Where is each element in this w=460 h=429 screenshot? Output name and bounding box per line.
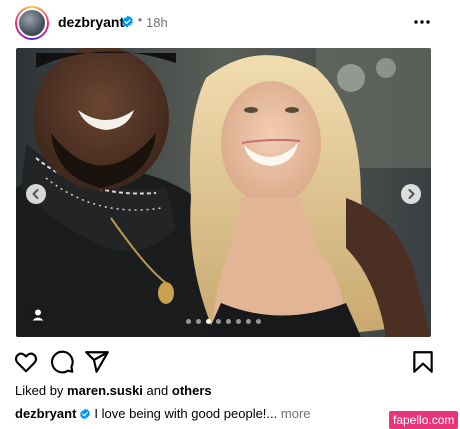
comment-icon[interactable]: [49, 349, 75, 375]
carousel-dot: [236, 319, 241, 324]
likes-summary: Liked by maren.suski and others: [15, 383, 212, 398]
verified-badge-icon: [122, 15, 133, 28]
likes-prefix: Liked by: [15, 383, 64, 398]
post-time: 18h: [146, 15, 168, 30]
person-tag-icon: [32, 309, 44, 321]
chevron-left-icon: [32, 189, 39, 199]
liked-by-others[interactable]: others: [172, 383, 212, 398]
caption-text: I love being with good people!...: [94, 406, 278, 421]
liked-by-user[interactable]: maren.suski: [67, 383, 143, 398]
heart-icon[interactable]: [13, 349, 39, 375]
carousel-dot: [226, 319, 231, 324]
watermark: fapello.com: [389, 411, 459, 429]
more-options-icon[interactable]: [412, 14, 432, 30]
carousel-dot: [206, 319, 211, 324]
separator-dot: •: [138, 13, 143, 27]
verified-badge-icon: [80, 408, 91, 420]
carousel-indicator: [186, 319, 261, 324]
share-icon[interactable]: [84, 349, 110, 375]
carousel-dot: [216, 319, 221, 324]
carousel-next-button[interactable]: [401, 184, 421, 204]
action-bar: [0, 345, 460, 377]
carousel-dot: [196, 319, 201, 324]
avatar[interactable]: [15, 6, 49, 40]
post-photo[interactable]: [16, 48, 431, 337]
carousel-dot: [186, 319, 191, 324]
chevron-right-icon: [408, 189, 415, 199]
carousel-dot: [256, 319, 261, 324]
carousel-prev-button[interactable]: [26, 184, 46, 204]
tagged-people-button[interactable]: [26, 303, 50, 327]
caption-more-link[interactable]: more: [281, 406, 311, 421]
caption-username[interactable]: dezbryant: [15, 406, 76, 421]
post-caption: dezbryant I love being with good people!…: [15, 406, 311, 421]
carousel-dot: [246, 319, 251, 324]
bookmark-icon[interactable]: [410, 349, 436, 375]
header-username[interactable]: dezbryant: [58, 14, 124, 30]
likes-conjunction: and: [146, 383, 169, 398]
post-header: dezbryant • 18h: [0, 0, 460, 46]
